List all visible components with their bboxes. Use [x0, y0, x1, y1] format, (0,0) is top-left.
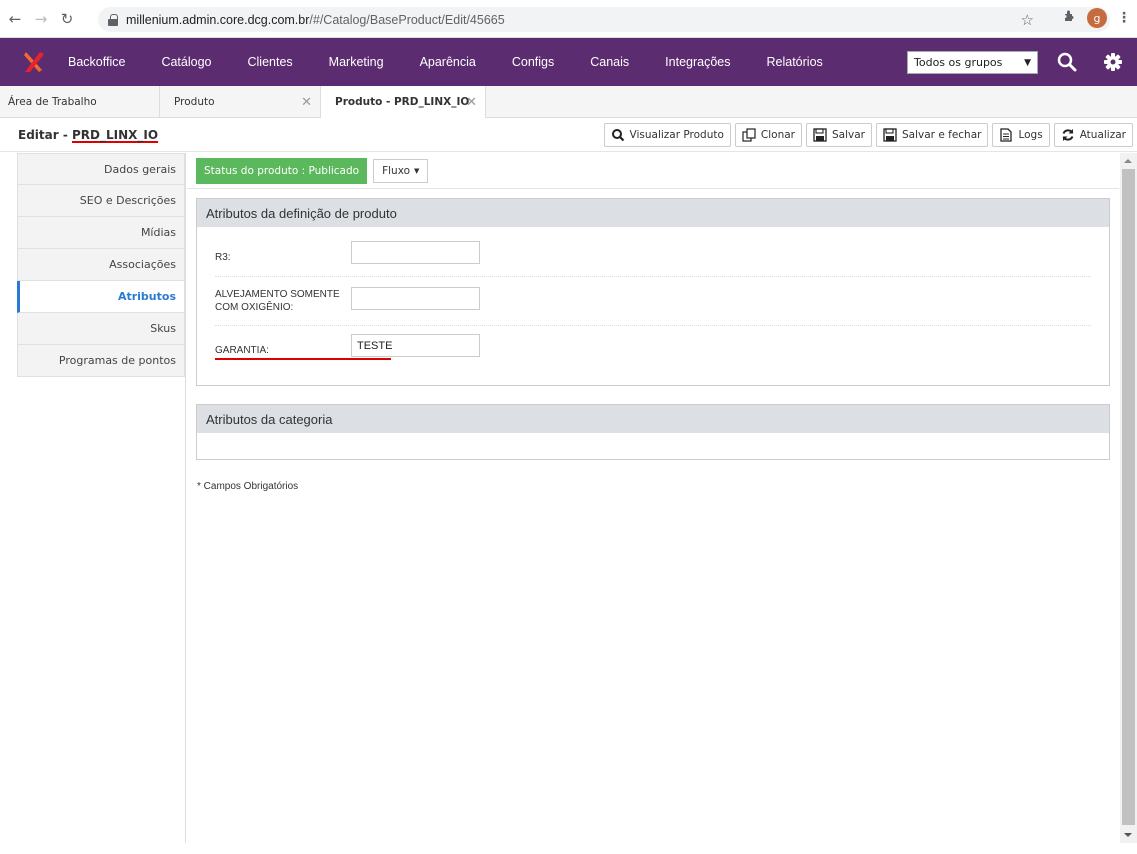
reload-icon[interactable]: ↻ [56, 8, 78, 30]
alvejamento-input[interactable] [351, 287, 480, 310]
tab-label: Área de Trabalho [8, 96, 97, 108]
caret-down-icon: ▼ [414, 167, 420, 175]
sidebar-item-dados-gerais[interactable]: Dados gerais [17, 153, 185, 185]
sidebar-item-seo[interactable]: SEO e Descrições [17, 185, 185, 217]
nav-item-relatorios[interactable]: Relatórios [749, 55, 841, 69]
panel-title: Atributos da definição de produto [197, 199, 1109, 227]
nav-item-integracoes[interactable]: Integrações [647, 55, 748, 69]
nav-item-backoffice[interactable]: Backoffice [68, 55, 143, 69]
field-label: GARANTIA: [215, 345, 269, 356]
sidebar-item-atributos[interactable]: Atributos [17, 281, 185, 313]
product-definition-attributes-panel: Atributos da definição de produto R3: AL… [196, 198, 1110, 386]
field-row-r3: R3: [215, 227, 1091, 277]
search-icon[interactable] [1056, 51, 1078, 73]
field-row-garantia: GARANTIA: [215, 326, 1091, 366]
nav-item-configs[interactable]: Configs [494, 55, 572, 69]
close-icon[interactable]: ✕ [466, 95, 477, 110]
r3-input[interactable] [351, 241, 480, 264]
refresh-icon [1062, 129, 1074, 141]
sidebar-item-skus[interactable]: Skus [17, 313, 185, 345]
panel-title: Atributos da categoria [197, 405, 1109, 433]
page-title: Editar - PRD_LINX_IO [18, 128, 159, 142]
browser-chrome: ← → ↻ millenium.admin.core.dcg.com.br/#/… [0, 0, 1137, 38]
sidebar-item-associacoes[interactable]: Associações [17, 249, 185, 281]
tab-produto-prd-linx-io[interactable]: Produto - PRD_LINX_IO ✕ [321, 86, 486, 118]
brand-logo-icon[interactable] [14, 38, 54, 86]
close-icon[interactable]: ✕ [301, 95, 312, 110]
forward-arrow-icon[interactable]: → [30, 8, 52, 30]
vertical-scrollbar[interactable] [1120, 153, 1137, 843]
search-icon [611, 129, 624, 142]
save-and-close-button[interactable]: Salvar e fechar [876, 123, 989, 147]
save-button[interactable]: Salvar [806, 123, 872, 147]
tab-produto[interactable]: Produto ✕ [160, 86, 321, 118]
browser-menu-icon[interactable]: ⋮ [1117, 10, 1131, 26]
back-arrow-icon[interactable]: ← [4, 8, 26, 30]
workspace-tabs: Área de Trabalho Produto ✕ Produto - PRD… [0, 86, 1137, 118]
sidebar-item-midias[interactable]: Mídias [17, 217, 185, 249]
group-select[interactable]: Todos os grupos ▼ [907, 51, 1038, 74]
main-content: Status do produto : Publicado Fluxo ▼ At… [187, 153, 1119, 843]
nav-item-aparencia[interactable]: Aparência [402, 55, 494, 69]
page-header: Editar - PRD_LINX_IO Visualizar Produto … [0, 119, 1137, 152]
sidebar: Dados gerais SEO e Descrições Mídias Ass… [17, 153, 186, 843]
top-navigation: Backoffice Catálogo Clientes Marketing Aparê… [0, 38, 1137, 86]
product-code: PRD_LINX_IO [72, 128, 159, 142]
extensions-puzzle-icon[interactable] [1063, 9, 1077, 27]
clone-icon [742, 128, 756, 142]
nav-item-marketing[interactable]: Marketing [311, 55, 402, 69]
nav-item-catalogo[interactable]: Catálogo [143, 55, 229, 69]
scroll-up-arrow-icon[interactable] [1124, 159, 1132, 163]
tab-label: Produto - PRD_LINX_IO [335, 96, 470, 108]
refresh-button[interactable]: Atualizar [1053, 123, 1133, 147]
category-attributes-panel: Atributos da categoria [196, 404, 1110, 460]
gear-icon[interactable] [1102, 51, 1124, 73]
document-icon [1000, 128, 1013, 142]
sidebar-item-programas-de-pontos[interactable]: Programas de pontos [17, 345, 185, 377]
tab-area-de-trabalho[interactable]: Área de Trabalho [0, 86, 160, 118]
field-row-alvejamento: ALVEJAMENTO SOMENTE COM OXIGÊNIO: [215, 277, 1091, 326]
scroll-down-arrow-icon[interactable] [1124, 833, 1132, 837]
nav-item-clientes[interactable]: Clientes [230, 55, 311, 69]
scroll-thumb[interactable] [1122, 169, 1135, 825]
nav-item-canais[interactable]: Canais [572, 55, 647, 69]
required-fields-note: * Campos Obrigatórios [197, 481, 299, 492]
address-bar[interactable]: millenium.admin.core.dcg.com.br/#/Catalo… [98, 7, 1110, 32]
clone-button[interactable]: Clonar [734, 123, 803, 147]
lock-icon [108, 13, 118, 26]
profile-avatar[interactable]: g [1087, 8, 1107, 28]
url-text: millenium.admin.core.dcg.com.br/#/Catalo… [126, 12, 505, 27]
flow-dropdown-button[interactable]: Fluxo ▼ [373, 159, 429, 183]
toolbar: Visualizar Produto Clonar Salvar Salvar … [603, 123, 1133, 147]
bookmark-star-icon[interactable]: ☆ [1021, 11, 1034, 29]
save-close-icon [883, 128, 897, 142]
field-label: R3: [215, 252, 231, 263]
logs-button[interactable]: Logs [992, 123, 1050, 147]
status-badge: Status do produto : Publicado [196, 158, 368, 184]
tab-label: Produto [174, 96, 215, 108]
save-icon [813, 128, 827, 142]
garantia-input[interactable] [351, 334, 480, 357]
view-product-button[interactable]: Visualizar Produto [603, 123, 731, 147]
chevron-down-icon: ▼ [1024, 57, 1031, 68]
annotation-underline [215, 358, 391, 360]
field-label: ALVEJAMENTO SOMENTE COM OXIGÊNIO: [215, 289, 340, 313]
group-select-value: Todos os grupos [914, 56, 1003, 69]
